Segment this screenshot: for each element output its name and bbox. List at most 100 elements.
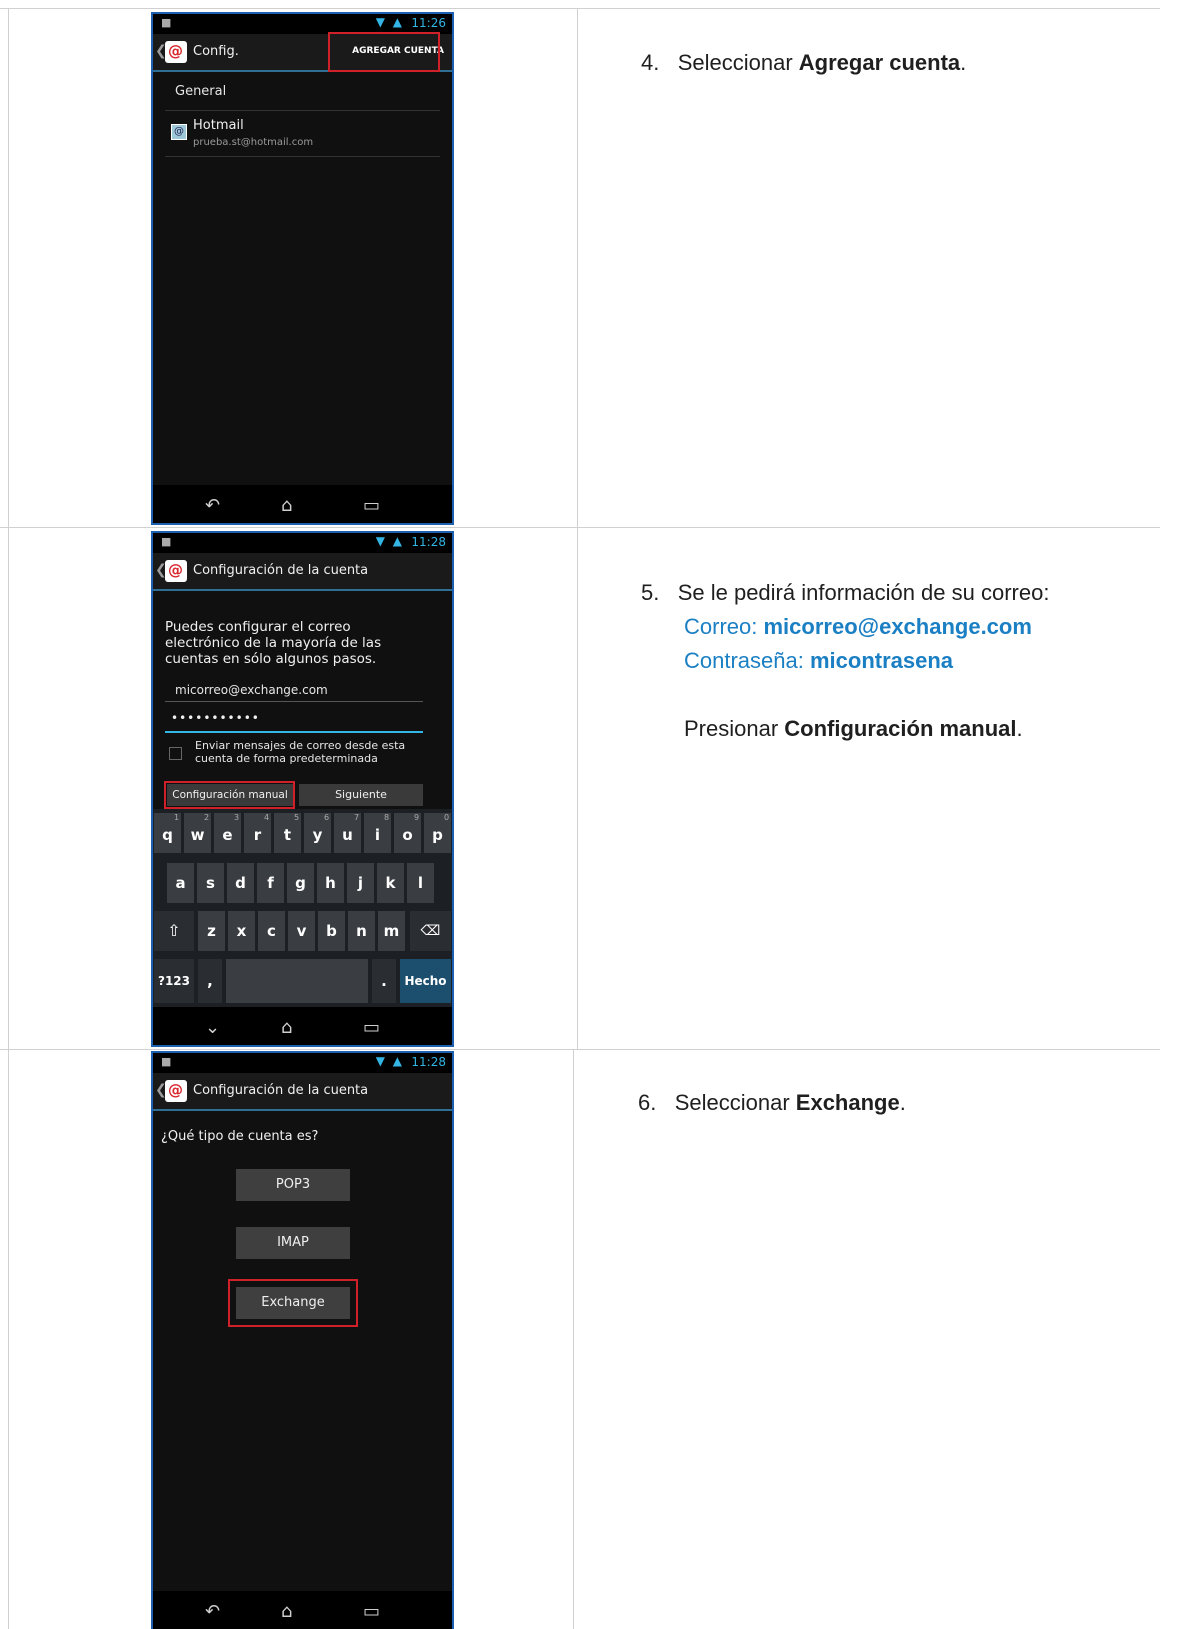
row-divider <box>0 1049 1160 1050</box>
action-bar: ❮ @ Configuración de la cuenta <box>153 553 452 591</box>
key-row-1: q w e r t y u i o p 1 2 3 4 5 6 7 8 9 0 <box>154 813 452 855</box>
key-hint: 0 <box>444 813 450 822</box>
email-field[interactable]: micorreo@exchange.com <box>165 681 423 702</box>
home-icon[interactable]: ⌂ <box>281 1601 292 1622</box>
key-h[interactable]: h <box>317 863 344 903</box>
signal-icon: ▼ ▲ <box>375 534 404 548</box>
account-list-item[interactable]: @ Hotmail prueba.st@hotmail.com <box>165 114 440 156</box>
step-4-text: 4. Seleccionar Agregar cuenta. <box>641 50 967 75</box>
account-type-question: ¿Qué tipo de cuenta es? <box>161 1129 319 1144</box>
backspace-key[interactable]: ⌫ <box>410 911 451 951</box>
phone-screenshot-account-setup: ■ ▼ ▲ 11:28 ❮ @ Configuración de la cuen… <box>151 531 454 1047</box>
account-icon: @ <box>171 124 187 140</box>
next-button[interactable]: Siguiente <box>299 784 423 806</box>
screen-title: Configuración de la cuenta <box>193 563 369 578</box>
recents-icon[interactable]: ▭ <box>363 495 380 516</box>
space-key[interactable] <box>226 959 368 1003</box>
nav-bar: ⌄ ⌂ ▭ <box>153 1007 452 1045</box>
signal-icon: ▼ ▲ <box>375 15 404 29</box>
key-row-4: ?123 , . Hecho <box>154 959 452 1003</box>
recents-icon[interactable]: ▭ <box>363 1017 380 1038</box>
section-header: General <box>175 84 227 99</box>
back-icon[interactable]: ↶ <box>205 495 220 516</box>
home-icon[interactable]: ⌂ <box>281 495 292 516</box>
key-k[interactable]: k <box>377 863 404 903</box>
key-hint: 1 <box>174 813 180 822</box>
password-field[interactable]: ••••••••••• <box>165 709 423 733</box>
key-hint: 4 <box>264 813 270 822</box>
table-top-border <box>0 8 1160 9</box>
key-hint: 2 <box>204 813 210 822</box>
key-n[interactable]: n <box>348 911 375 951</box>
intro-text: Puedes configurar el correo electrónico … <box>165 619 382 667</box>
checkbox-label: Enviar mensajes de correo desde esta cue… <box>195 739 406 765</box>
key-z[interactable]: z <box>198 911 225 951</box>
period-key[interactable]: . <box>372 959 396 1003</box>
divider <box>165 156 440 157</box>
email-app-icon[interactable]: @ <box>165 41 187 63</box>
status-time: 11:28 <box>411 1055 446 1069</box>
highlight-box <box>328 32 440 72</box>
highlight-box <box>164 781 295 809</box>
column-divider <box>577 8 578 1049</box>
key-hint: 6 <box>324 813 330 822</box>
email-app-icon[interactable]: @ <box>165 1080 187 1102</box>
symbols-key[interactable]: ?123 <box>154 959 194 1003</box>
android-icon: ■ <box>161 535 172 548</box>
key-f[interactable]: f <box>257 863 284 903</box>
key-s[interactable]: s <box>197 863 224 903</box>
highlight-box <box>228 1279 358 1327</box>
done-key[interactable]: Hecho <box>400 959 451 1003</box>
step-5-text: 5. Se le pedirá información de su correo… <box>641 580 1050 741</box>
home-icon[interactable]: ⌂ <box>281 1017 292 1038</box>
key-x[interactable]: x <box>228 911 255 951</box>
status-bar: ■ ▼ ▲ 11:26 <box>153 14 452 34</box>
pop3-button[interactable]: POP3 <box>236 1169 350 1201</box>
action-bar: ❮ @ Configuración de la cuenta <box>153 1073 452 1111</box>
key-v[interactable]: v <box>288 911 315 951</box>
key-l[interactable]: l <box>407 863 434 903</box>
screen-title: Configuración de la cuenta <box>193 1083 369 1098</box>
phone-screenshot-settings: ■ ▼ ▲ 11:26 ❮ @ Config. AGREGAR CUENTA G… <box>151 12 454 525</box>
nav-bar: ↶ ⌂ ▭ <box>153 1591 452 1629</box>
status-time: 11:26 <box>411 16 446 30</box>
divider <box>165 110 440 111</box>
signal-icon: ▼ ▲ <box>375 1054 404 1068</box>
column-divider <box>573 1049 574 1629</box>
shift-key[interactable]: ⇧ <box>154 911 194 951</box>
status-time: 11:28 <box>411 535 446 549</box>
key-a[interactable]: a <box>167 863 194 903</box>
key-hint: 3 <box>234 813 240 822</box>
key-b[interactable]: b <box>318 911 345 951</box>
android-icon: ■ <box>161 16 172 29</box>
key-row-3: ⇧ z x c v b n m ⌫ <box>154 911 452 951</box>
status-bar: ■ ▼ ▲ 11:28 <box>153 1053 452 1073</box>
recents-icon[interactable]: ▭ <box>363 1601 380 1622</box>
status-bar: ■ ▼ ▲ 11:28 <box>153 533 452 553</box>
key-j[interactable]: j <box>347 863 374 903</box>
step-6-text: 6. Seleccionar Exchange. <box>638 1090 906 1115</box>
row-divider <box>0 527 1160 528</box>
nav-bar: ↶ ⌂ ▭ <box>153 485 452 523</box>
key-g[interactable]: g <box>287 863 314 903</box>
default-account-checkbox[interactable] <box>169 747 182 760</box>
screen-title: Config. <box>193 44 239 59</box>
table-left-border <box>8 8 9 1629</box>
key-row-2: a s d f g h j k l <box>167 863 447 903</box>
back-icon[interactable]: ↶ <box>205 1601 220 1622</box>
account-email: prueba.st@hotmail.com <box>193 137 314 148</box>
account-name: Hotmail <box>193 118 244 133</box>
key-hint: 7 <box>354 813 360 822</box>
key-c[interactable]: c <box>258 911 285 951</box>
email-app-icon[interactable]: @ <box>165 560 187 582</box>
key-hint: 8 <box>384 813 390 822</box>
key-d[interactable]: d <box>227 863 254 903</box>
android-icon: ■ <box>161 1055 172 1068</box>
key-m[interactable]: m <box>378 911 405 951</box>
hide-keyboard-icon[interactable]: ⌄ <box>205 1017 220 1038</box>
key-hint: 5 <box>294 813 300 822</box>
key-hint: 9 <box>414 813 420 822</box>
comma-key[interactable]: , <box>198 959 222 1003</box>
imap-button[interactable]: IMAP <box>236 1227 350 1259</box>
phone-screenshot-account-type: ■ ▼ ▲ 11:28 ❮ @ Configuración de la cuen… <box>151 1051 454 1629</box>
